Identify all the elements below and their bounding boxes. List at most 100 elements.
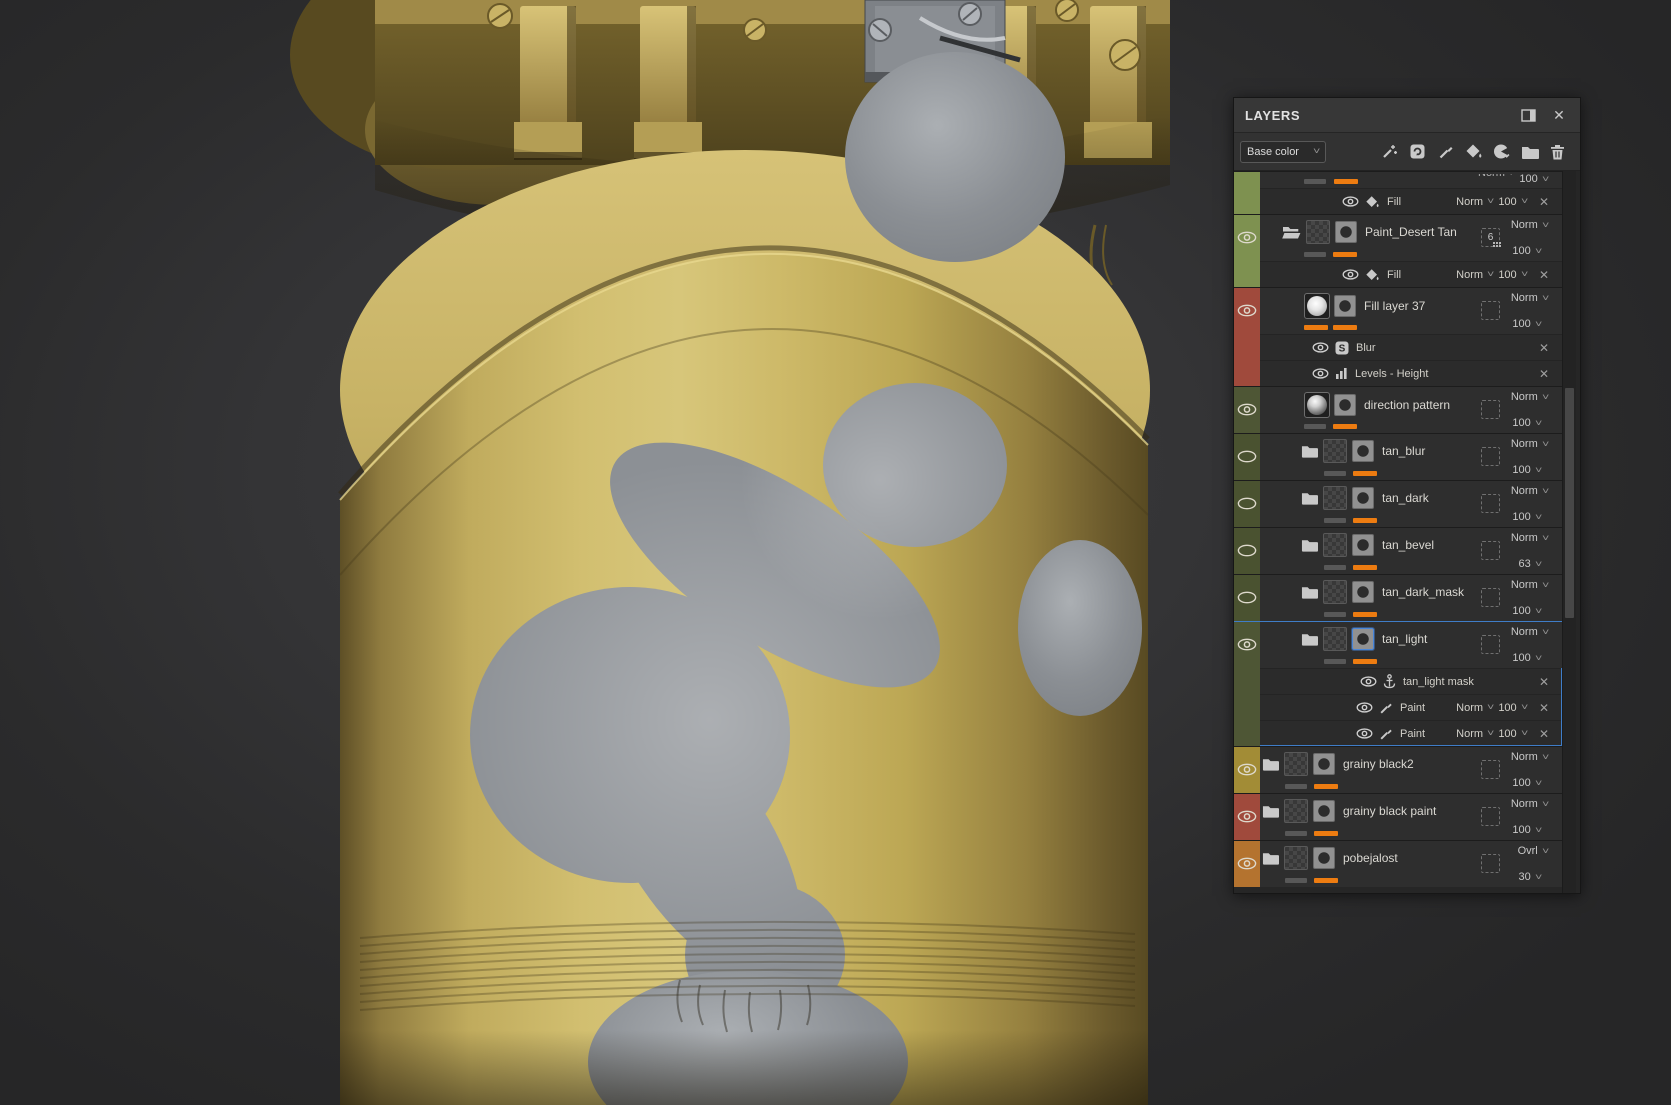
opacity-select[interactable]: 63 ˅ [1518,558,1542,570]
transparent-thumbnail[interactable] [1323,486,1347,510]
layer-row-grainy-black-paint[interactable]: grainy black paint Norm ˅ 100 ˅ [1260,794,1562,840]
eye-visible-icon[interactable] [1342,269,1359,280]
effect-row-tan-light-mask[interactable]: tan_light mask ✕ [1260,668,1562,694]
eye-visible-icon[interactable] [1356,702,1373,713]
layer-row-pobejalost[interactable]: pobejalost Ovrl ˅ 30 ˅ [1260,841,1562,887]
eye-hidden-icon[interactable] [1237,450,1257,463]
remove-effect-icon[interactable]: ✕ [1539,269,1549,281]
trash-icon[interactable] [1547,142,1568,162]
opacity-select[interactable]: 100 ˅ [1512,511,1542,523]
blend-mode-select[interactable]: Norm ˅ [1511,391,1549,403]
blend-mode-select[interactable]: Norm ˅ [1511,438,1549,450]
blend-mode-select[interactable]: Norm ˅ [1511,751,1549,763]
eye-visible-icon[interactable] [1237,810,1257,823]
blend-mode-select[interactable]: Norm ˅ [1511,485,1549,497]
transparent-thumbnail[interactable] [1323,533,1347,557]
eye-visible-icon[interactable] [1360,676,1377,687]
material-sphere-thumbnail[interactable] [1304,293,1330,319]
opacity-select[interactable]: 100 ˅ [1512,824,1542,836]
transparent-thumbnail[interactable] [1306,220,1330,244]
eye-visible-icon[interactable] [1237,403,1257,416]
remove-effect-icon[interactable]: ✕ [1539,342,1549,354]
opacity-select[interactable]: 100 ˅ [1512,245,1542,257]
eye-visible-icon[interactable] [1356,728,1373,739]
opacity-select[interactable]: 100 ˅ [1498,269,1528,281]
opacity-select[interactable]: 100 ˅ [1512,318,1542,330]
opacity-select[interactable]: 100 ˅ [1498,196,1528,208]
opacity-select[interactable]: 30 ˅ [1518,871,1542,883]
mask-thumbnail[interactable] [1334,295,1356,317]
opacity-select[interactable]: 100 ˅ [1512,652,1542,664]
close-icon[interactable]: ✕ [1550,106,1568,124]
mask-thumbnail[interactable] [1352,628,1374,650]
add-folder-icon[interactable] [1519,142,1540,162]
layer-row-tan-blur[interactable]: tan_blur Norm ˅ 100 ˅ [1260,434,1562,480]
layer-row-tan-dark[interactable]: tan_dark Norm ˅ 100 ˅ [1260,481,1562,527]
mask-thumbnail[interactable] [1334,394,1356,416]
layer-row-direction-pattern[interactable]: direction pattern Norm ˅ 100 ˅ [1260,387,1562,433]
eye-visible-icon[interactable] [1312,368,1329,379]
remove-effect-icon[interactable]: ✕ [1539,728,1549,740]
effect-row-paint[interactable]: Paint Norm ˅ 100 ˅ ✕ [1260,720,1562,746]
scrollbar-track[interactable] [1562,171,1576,893]
remove-effect-icon[interactable]: ✕ [1539,368,1549,380]
blend-mode-select[interactable]: Norm ˅ [1511,219,1549,231]
channel-selector[interactable]: Base color ˅ [1240,140,1326,163]
layer-row-grainy-black2[interactable]: grainy black2 Norm ˅ 100 ˅ [1260,747,1562,793]
remove-effect-icon[interactable]: ✕ [1539,196,1549,208]
mask-thumbnail[interactable] [1352,534,1374,556]
fill-swap-icon[interactable] [1407,142,1428,162]
transparent-thumbnail[interactable] [1323,580,1347,604]
eye-visible-icon[interactable] [1312,342,1329,353]
effect-row-fill[interactable]: Fill Norm ˅ 100 ˅ ✕ [1260,188,1562,214]
blend-mode-select[interactable]: Norm ˅ [1511,626,1549,638]
split-view-icon[interactable] [1519,106,1537,124]
eye-visible-icon[interactable] [1342,196,1359,207]
opacity-select[interactable]: 100 ˅ [1498,702,1528,714]
transparent-thumbnail[interactable] [1323,439,1347,463]
transparent-thumbnail[interactable] [1284,846,1308,870]
opacity-select[interactable]: 100 ˅ [1498,728,1528,740]
eye-visible-icon[interactable] [1237,857,1257,870]
eye-hidden-icon[interactable] [1237,497,1257,510]
blend-mode-select[interactable]: Norm ˅ [1511,292,1549,304]
eye-hidden-icon[interactable] [1237,544,1257,557]
layer-row-tan-bevel[interactable]: tan_bevel Norm ˅ 63 ˅ [1260,528,1562,574]
scrollbar-thumb[interactable] [1565,388,1574,618]
eye-visible-icon[interactable] [1237,231,1257,244]
blend-mode-select[interactable]: Norm ˅ [1456,702,1494,714]
eye-visible-icon[interactable] [1237,304,1257,317]
blend-mode-select[interactable]: Norm ˅ [1511,579,1549,591]
blend-mode-select[interactable]: Norm ˅ [1456,728,1494,740]
paint-brush-icon[interactable] [1435,142,1456,162]
opacity-select[interactable]: 100 ˅ [1512,417,1542,429]
material-sphere-thumbnail[interactable] [1304,392,1330,418]
paint-bucket-icon[interactable] [1463,142,1484,162]
eye-visible-icon[interactable] [1237,763,1257,776]
remove-effect-icon[interactable]: ✕ [1539,702,1549,714]
transparent-thumbnail[interactable] [1284,799,1308,823]
eye-hidden-icon[interactable] [1237,591,1257,604]
mask-thumbnail[interactable] [1352,581,1374,603]
blend-mode-select[interactable]: Norm ˅ [1456,269,1494,281]
mask-thumbnail[interactable] [1313,800,1335,822]
layer-row-fill-layer-37[interactable]: Fill layer 37 Norm ˅ 100 ˅ [1260,288,1562,334]
smart-material-icon[interactable] [1491,142,1512,162]
layer-row-paint-desert-tan[interactable]: Paint_Desert Tan 6 Norm ˅ 100 ˅ [1260,215,1562,261]
transparent-thumbnail[interactable] [1323,627,1347,651]
mask-thumbnail[interactable] [1352,487,1374,509]
blend-mode-select[interactable]: Ovrl ˅ [1518,845,1549,857]
effect-row-paint[interactable]: Paint Norm ˅ 100 ˅ ✕ [1260,694,1562,720]
mask-thumbnail[interactable] [1313,753,1335,775]
blend-mode-select[interactable]: Norm ˅ [1456,196,1494,208]
mask-thumbnail[interactable] [1352,440,1374,462]
blend-mode-select[interactable]: Norm ˅ [1511,798,1549,810]
layer-row-partial[interactable]: Norm ˅ 100˅ [1260,172,1562,188]
layer-row-tan-dark-mask[interactable]: tan_dark_mask Norm ˅ 100 ˅ [1260,575,1562,621]
opacity-select[interactable]: 100 ˅ [1512,605,1542,617]
remove-effect-icon[interactable]: ✕ [1539,676,1549,688]
opacity-select[interactable]: 100 ˅ [1512,777,1542,789]
effect-row-blur[interactable]: S Blur ✕ [1260,334,1562,360]
effect-row-fill[interactable]: Fill Norm ˅ 100 ˅ ✕ [1260,261,1562,287]
mask-thumbnail[interactable] [1335,221,1357,243]
